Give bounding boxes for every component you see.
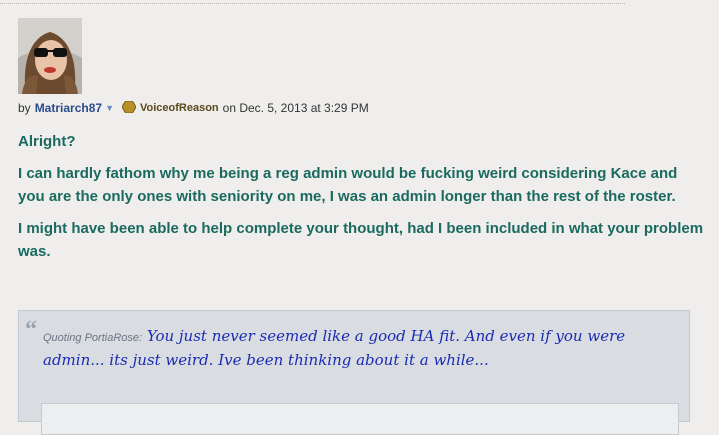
author-link[interactable]: Matriarch87 [35,101,102,115]
post-date: on Dec. 5, 2013 at 3:29 PM [222,101,369,115]
avatar[interactable] [18,18,82,94]
post-paragraph: Alright? [18,133,76,150]
quote-content: Quoting PortiaRose: You just never seeme… [43,325,683,371]
by-label: by [18,101,31,115]
post-paragraph: I can hardly fathom why me being a reg a… [18,165,678,205]
quote-attribution: Quoting PortiaRose: [43,332,143,344]
quote-block: “ Quoting PortiaRose: You just never see… [18,310,690,435]
quote-mark-icon: “ [25,317,37,343]
hexagon-badge-icon [121,100,137,116]
post-body: Alright? I can hardly fathom why me bein… [18,130,708,272]
post-byline: by Matriarch87 ▼ VoiceofReason on Dec. 5… [18,100,369,116]
post-paragraph: I might have been able to help complete … [18,220,704,260]
nested-quote-box [41,403,679,435]
divider [0,3,625,4]
rank-label: VoiceofReason [139,102,219,114]
chevron-down-icon[interactable]: ▼ [105,103,114,113]
